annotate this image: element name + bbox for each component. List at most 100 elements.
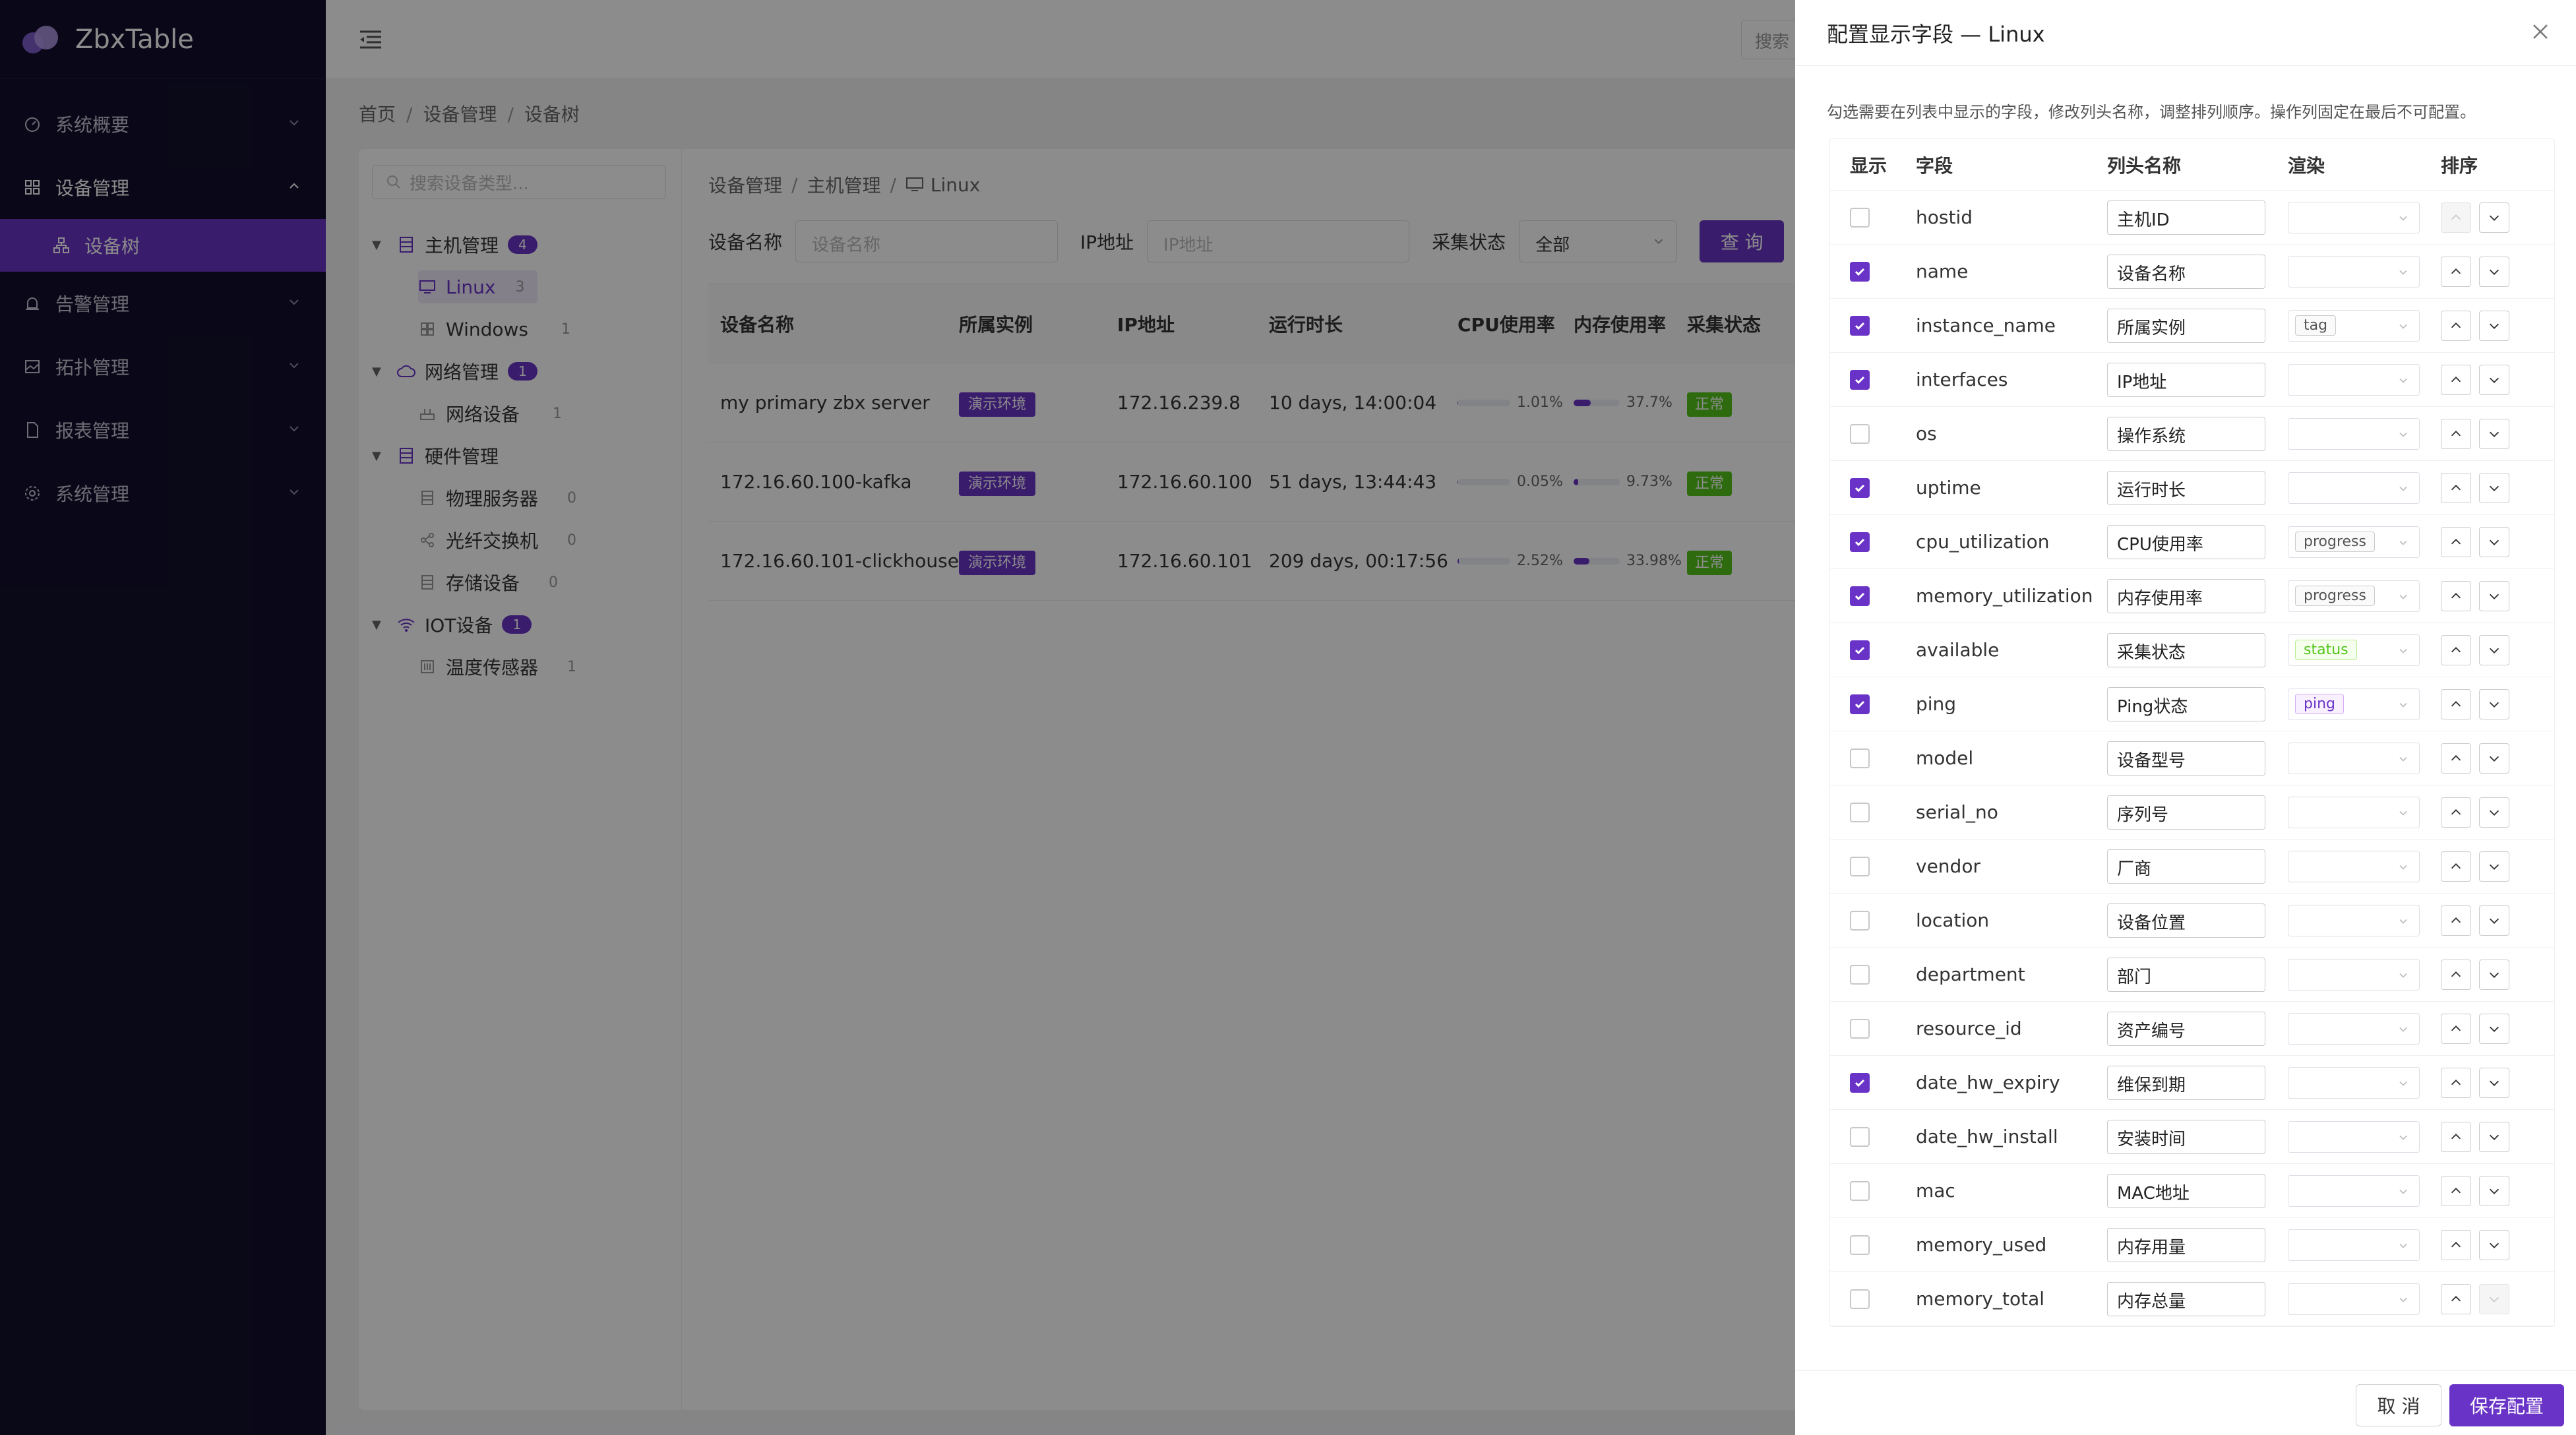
column-name-input[interactable]: 部门 (2107, 957, 2265, 992)
show-checkbox[interactable] (1850, 802, 1870, 822)
render-select[interactable]: progress (2288, 580, 2420, 612)
move-down-button[interactable] (2479, 580, 2509, 611)
render-select[interactable] (2288, 1012, 2420, 1045)
render-select[interactable] (2288, 742, 2420, 774)
show-checkbox[interactable] (1850, 1180, 1870, 1201)
move-down-button[interactable] (2479, 851, 2509, 882)
show-checkbox[interactable] (1850, 1126, 1870, 1147)
render-select[interactable] (2288, 1120, 2420, 1153)
move-up-button[interactable] (2441, 1013, 2471, 1044)
show-checkbox[interactable] (1850, 261, 1870, 282)
show-checkbox[interactable] (1850, 1018, 1870, 1039)
column-name-input[interactable]: 内存使用率 (2107, 578, 2265, 613)
move-up-button[interactable] (2441, 310, 2471, 341)
move-up-button[interactable] (2441, 1283, 2471, 1314)
render-select[interactable] (2288, 1175, 2420, 1207)
render-select[interactable] (2288, 850, 2420, 882)
show-checkbox[interactable] (1850, 1072, 1870, 1093)
move-down-button[interactable] (2479, 526, 2509, 557)
column-name-input[interactable]: 运行时长 (2107, 470, 2265, 505)
show-checkbox[interactable] (1850, 748, 1870, 768)
column-name-input[interactable]: 操作系统 (2107, 416, 2265, 451)
render-select[interactable] (2288, 796, 2420, 828)
render-select[interactable] (2288, 255, 2420, 288)
column-name-input[interactable]: MAC地址 (2107, 1173, 2265, 1208)
move-down-button[interactable] (2479, 202, 2509, 233)
move-up-button[interactable] (2441, 526, 2471, 557)
save-config-button[interactable]: 保存配置 (2449, 1384, 2564, 1426)
move-down-button[interactable] (2479, 310, 2509, 341)
show-checkbox[interactable] (1850, 1289, 1870, 1309)
move-down-button[interactable] (2479, 472, 2509, 503)
column-name-input[interactable]: 设备位置 (2107, 903, 2265, 938)
move-up-button[interactable] (2441, 1229, 2471, 1260)
column-name-input[interactable]: Ping状态 (2107, 687, 2265, 721)
render-select[interactable] (2288, 472, 2420, 504)
column-name-input[interactable]: 内存用量 (2107, 1227, 2265, 1262)
show-checkbox[interactable] (1850, 964, 1870, 985)
move-down-button[interactable] (2479, 364, 2509, 395)
show-checkbox[interactable] (1850, 640, 1870, 660)
move-down-button[interactable] (2479, 959, 2509, 990)
move-down-button[interactable] (2479, 1013, 2509, 1044)
column-name-input[interactable]: 维保到期 (2107, 1065, 2265, 1100)
move-down-button[interactable] (2479, 905, 2509, 936)
show-checkbox[interactable] (1850, 477, 1870, 498)
move-up-button[interactable] (2441, 905, 2471, 936)
render-select[interactable]: progress (2288, 526, 2420, 558)
move-up-button[interactable] (2441, 418, 2471, 449)
render-select[interactable]: tag (2288, 309, 2420, 342)
render-select[interactable] (2288, 201, 2420, 233)
column-name-input[interactable]: IP地址 (2107, 362, 2265, 397)
move-up-button[interactable] (2441, 851, 2471, 882)
move-up-button[interactable] (2441, 580, 2471, 611)
render-select[interactable] (2288, 958, 2420, 991)
render-select[interactable]: status (2288, 634, 2420, 666)
close-icon[interactable] (2529, 20, 2552, 44)
column-name-input[interactable]: 序列号 (2107, 795, 2265, 830)
move-up-button[interactable] (2441, 688, 2471, 719)
column-name-input[interactable]: 资产编号 (2107, 1011, 2265, 1046)
show-checkbox[interactable] (1850, 207, 1870, 228)
show-checkbox[interactable] (1850, 586, 1870, 606)
render-select[interactable]: ping (2288, 688, 2420, 720)
show-checkbox[interactable] (1850, 856, 1870, 876)
column-name-input[interactable]: 厂商 (2107, 849, 2265, 884)
move-up-button[interactable] (2441, 1067, 2471, 1098)
move-down-button[interactable] (2479, 1121, 2509, 1152)
render-select[interactable] (2288, 363, 2420, 396)
show-checkbox[interactable] (1850, 315, 1870, 336)
move-up-button[interactable] (2441, 1121, 2471, 1152)
move-up-button[interactable] (2441, 634, 2471, 665)
show-checkbox[interactable] (1850, 910, 1870, 931)
column-name-input[interactable]: 设备名称 (2107, 254, 2265, 289)
move-down-button[interactable] (2479, 256, 2509, 287)
render-select[interactable] (2288, 1229, 2420, 1261)
move-up-button[interactable] (2441, 797, 2471, 828)
move-down-button[interactable] (2479, 688, 2509, 719)
move-up-button[interactable] (2441, 472, 2471, 503)
move-down-button[interactable] (2479, 797, 2509, 828)
move-up-button[interactable] (2441, 364, 2471, 395)
show-checkbox[interactable] (1850, 532, 1870, 552)
render-select[interactable] (2288, 904, 2420, 936)
move-down-button[interactable] (2479, 1175, 2509, 1206)
move-up-button[interactable] (2441, 1175, 2471, 1206)
move-up-button[interactable] (2441, 256, 2471, 287)
column-name-input[interactable]: 内存总量 (2107, 1281, 2265, 1316)
move-up-button[interactable] (2441, 202, 2471, 233)
column-name-input[interactable]: CPU使用率 (2107, 524, 2265, 559)
render-select[interactable] (2288, 417, 2420, 450)
render-select[interactable] (2288, 1283, 2420, 1315)
move-down-button[interactable] (2479, 634, 2509, 665)
column-name-input[interactable]: 所属实例 (2107, 308, 2265, 343)
show-checkbox[interactable] (1850, 694, 1870, 714)
move-down-button[interactable] (2479, 418, 2509, 449)
column-name-input[interactable]: 采集状态 (2107, 632, 2265, 667)
show-checkbox[interactable] (1850, 423, 1870, 444)
column-name-input[interactable]: 设备型号 (2107, 741, 2265, 776)
column-name-input[interactable]: 主机ID (2107, 200, 2265, 235)
move-down-button[interactable] (2479, 1067, 2509, 1098)
show-checkbox[interactable] (1850, 369, 1870, 390)
move-down-button[interactable] (2479, 743, 2509, 774)
